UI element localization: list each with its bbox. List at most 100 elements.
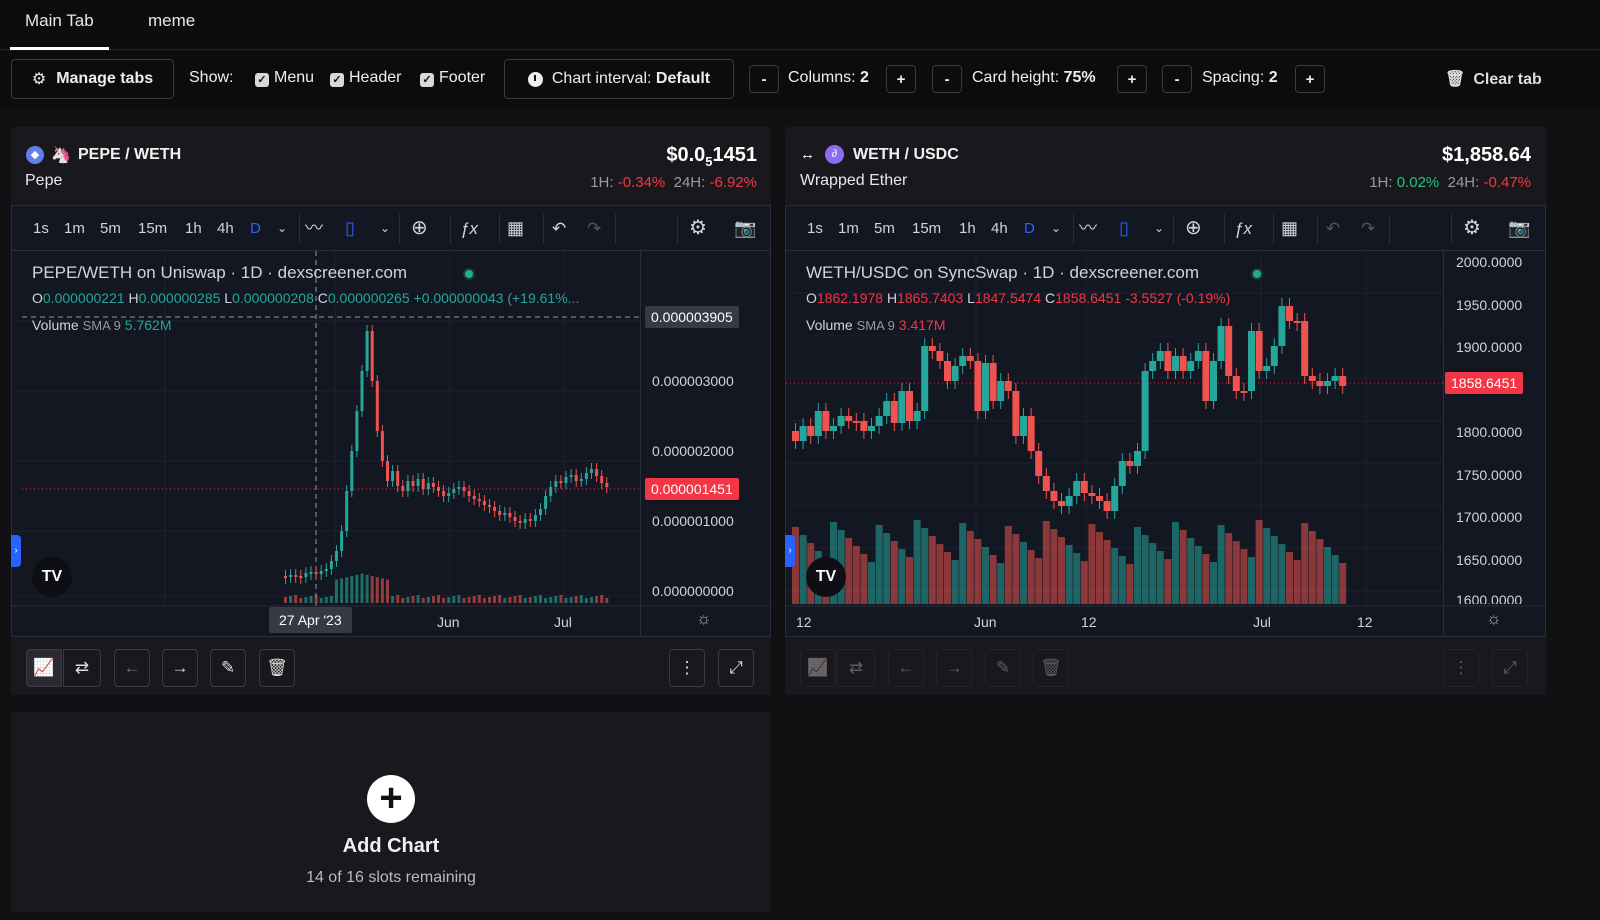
columns-decrease-button[interactable]: - <box>749 65 779 93</box>
swap-button[interactable]: ⇄ <box>837 649 875 687</box>
camera-icon[interactable]: 📷 <box>1508 206 1530 251</box>
delete-button[interactable]: 🗑 <box>259 649 295 687</box>
expand-sidebar-tab[interactable]: › <box>785 535 795 567</box>
redo-icon[interactable]: ↷ <box>1361 206 1375 251</box>
candle-body <box>309 572 313 574</box>
divider <box>1273 214 1274 244</box>
manage-tabs-button[interactable]: ⚙ Manage tabs <box>11 59 174 99</box>
axis-settings-icon[interactable]: ☼ <box>696 609 712 629</box>
fullscreen-button[interactable]: ⤢ <box>1492 649 1528 687</box>
candle-body <box>544 496 548 509</box>
spacing-decrease-button[interactable]: - <box>1162 65 1192 93</box>
tradingview-chart-weth[interactable]: 1s 1m 5m 15m 1h 4h D ⌄ 〰 ▯ ⌄ ⊕ ƒx ▦ ↶ ↷ … <box>785 205 1546 637</box>
show-header-checkbox[interactable]: ✓ Header <box>330 69 401 87</box>
redo-icon[interactable]: ↷ <box>587 206 601 251</box>
candle-body <box>1050 491 1058 501</box>
volume-bar <box>928 536 936 604</box>
compare-add-icon[interactable]: ⊕ <box>1185 206 1202 251</box>
tradingview-logo[interactable]: TV <box>32 557 72 597</box>
candle-body <box>528 519 532 521</box>
ohlc-close: 1858.6451 <box>1055 290 1122 306</box>
timeframe-d[interactable]: D <box>1024 206 1035 251</box>
tab-meme[interactable]: meme <box>133 0 210 50</box>
timeframe-5m[interactable]: 5m <box>100 206 121 251</box>
chevron-down-icon[interactable]: ⌄ <box>1154 206 1164 251</box>
timeframe-4h[interactable]: 4h <box>217 206 234 251</box>
layout-grid-icon[interactable]: ▦ <box>507 206 524 251</box>
candle-body <box>1217 326 1225 361</box>
candlestick-icon[interactable]: ▯ <box>345 206 355 251</box>
show-menu-checkbox[interactable]: ✓ Menu <box>255 69 314 87</box>
gear-icon: ⚙ <box>31 71 47 88</box>
camera-icon[interactable]: 📷 <box>734 206 756 251</box>
volume-bar <box>528 597 532 603</box>
volume-bar <box>309 596 313 603</box>
add-circle-icon[interactable]: + <box>367 775 415 823</box>
chart-interval-button[interactable]: Chart interval: Default <box>504 59 734 99</box>
ohlc-open: 1862.1978 <box>816 290 884 306</box>
candle-body <box>375 381 379 431</box>
tradingview-logo[interactable]: TV <box>806 557 846 597</box>
indicators-icon[interactable]: ƒx <box>1234 206 1252 251</box>
candle-body <box>600 476 604 483</box>
more-options-button[interactable]: ⋮ <box>1443 649 1479 687</box>
timeframe-4h[interactable]: 4h <box>991 206 1008 251</box>
tradingview-chart-pepe[interactable]: 1s 1m 5m 15m 1h 4h D ⌄ 〰 ▯ ⌄ ⊕ ƒx ▦ ↶ ↷ … <box>11 205 771 637</box>
candle-body <box>1301 321 1309 376</box>
line-chart-icon[interactable]: 〰 <box>305 206 323 251</box>
candle-body <box>951 366 959 381</box>
chart-view-button[interactable]: 📈 <box>800 649 836 687</box>
expand-sidebar-tab[interactable]: › <box>11 535 21 567</box>
candle-body <box>1172 356 1179 371</box>
settings-gear-icon[interactable]: ⚙ <box>1463 206 1481 251</box>
add-chart-label[interactable]: Add Chart <box>11 835 771 858</box>
edit-button[interactable]: ✎ <box>210 649 246 687</box>
spacing-increase-button[interactable]: + <box>1295 65 1325 93</box>
show-footer-checkbox[interactable]: ✓ Footer <box>420 69 485 87</box>
next-button[interactable]: → <box>162 649 198 687</box>
columns-increase-button[interactable]: + <box>886 65 916 93</box>
axis-settings-icon[interactable]: ☼ <box>1486 609 1502 629</box>
timeframe-5m[interactable]: 5m <box>874 206 895 251</box>
y-tick: 1650.0000 <box>1456 552 1523 568</box>
timeframe-1h[interactable]: 1h <box>185 206 202 251</box>
timeframe-1m[interactable]: 1m <box>838 206 859 251</box>
candle-body <box>406 481 410 491</box>
indicators-icon[interactable]: ƒx <box>460 206 478 251</box>
card-height-increase-button[interactable]: + <box>1117 65 1147 93</box>
tab-main[interactable]: Main Tab <box>10 0 109 50</box>
card-height-decrease-button[interactable]: - <box>932 65 962 93</box>
x-tick: Jun <box>437 614 460 630</box>
delete-button[interactable]: 🗑 <box>1033 649 1069 687</box>
chevron-down-icon[interactable]: ⌄ <box>380 206 390 251</box>
h1-label: 1H: <box>590 174 614 191</box>
more-options-button[interactable]: ⋮ <box>669 649 705 687</box>
show-label: Show: <box>189 69 234 86</box>
timeframe-15m[interactable]: 15m <box>912 206 941 251</box>
timeframe-1s[interactable]: 1s <box>807 206 823 251</box>
chevron-down-icon[interactable]: ⌄ <box>1051 206 1061 251</box>
undo-icon[interactable]: ↶ <box>1326 206 1340 251</box>
timeframe-1h[interactable]: 1h <box>959 206 976 251</box>
timeframe-15m[interactable]: 15m <box>138 206 167 251</box>
chevron-down-icon[interactable]: ⌄ <box>277 206 287 251</box>
candlestick-icon[interactable]: ▯ <box>1119 206 1129 251</box>
clear-tab-button[interactable]: 🗑 Clear tab <box>1445 69 1542 89</box>
next-button[interactable]: → <box>936 649 972 687</box>
chart-view-button[interactable]: 📈 <box>26 649 62 687</box>
edit-button[interactable]: ✎ <box>985 649 1021 687</box>
compare-add-icon[interactable]: ⊕ <box>411 206 428 251</box>
fullscreen-button[interactable]: ⤢ <box>718 649 754 687</box>
timeframe-1s[interactable]: 1s <box>33 206 49 251</box>
layout-grid-icon[interactable]: ▦ <box>1281 206 1298 251</box>
weth-price-plot[interactable] <box>786 251 1545 636</box>
manage-tabs-label: Manage tabs <box>56 70 154 87</box>
timeframe-d[interactable]: D <box>250 206 261 251</box>
previous-button[interactable]: ← <box>114 649 150 687</box>
undo-icon[interactable]: ↶ <box>552 206 566 251</box>
previous-button[interactable]: ← <box>888 649 924 687</box>
swap-button[interactable]: ⇄ <box>63 649 101 687</box>
settings-gear-icon[interactable]: ⚙ <box>689 206 707 251</box>
timeframe-1m[interactable]: 1m <box>64 206 85 251</box>
line-chart-icon[interactable]: 〰 <box>1079 206 1097 251</box>
